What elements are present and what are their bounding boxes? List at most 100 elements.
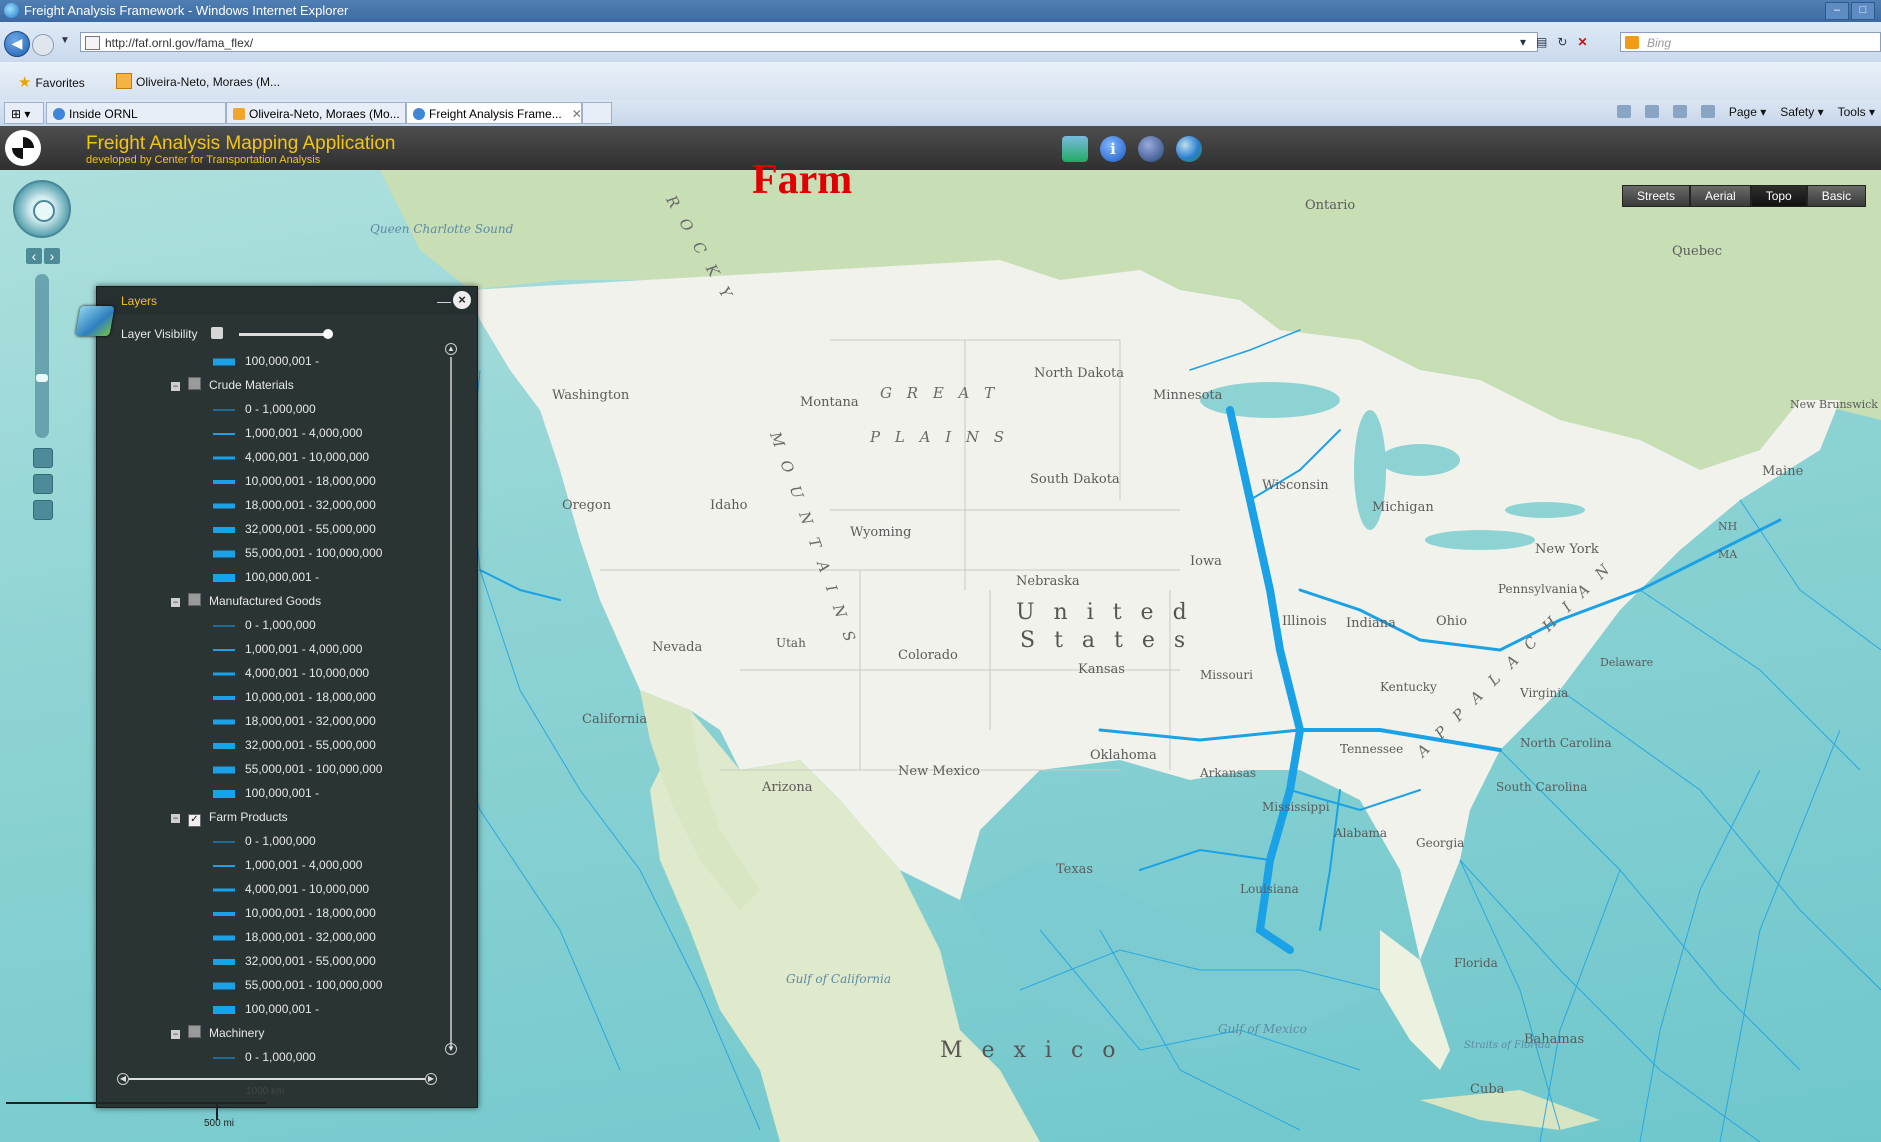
- vscroll-track[interactable]: [450, 357, 452, 1047]
- map-label-minnesota: Minnesota: [1153, 388, 1223, 403]
- map-label-ma: MA: [1718, 548, 1738, 561]
- scroll-up-button[interactable]: ▲: [445, 343, 457, 355]
- map-label-south-dakota: South Dakota: [1030, 472, 1120, 487]
- mail-icon[interactable]: [1672, 105, 1687, 118]
- basemap-basic-button[interactable]: Basic: [1806, 185, 1867, 207]
- favorites-feed-link[interactable]: Oliveira-Neto, Moraes (M...: [116, 73, 280, 89]
- visibility-icon: [211, 327, 223, 339]
- layer-group[interactable]: − Machinery: [171, 1023, 264, 1043]
- minimize-panel-button[interactable]: —: [437, 293, 451, 309]
- favorites-button[interactable]: ★ Favorites: [18, 73, 85, 91]
- back-button[interactable]: ◀: [4, 31, 30, 57]
- layer-group[interactable]: − ✓ Farm Products: [171, 807, 288, 827]
- layers-panel-title: Layers: [121, 294, 158, 308]
- page-icon: [85, 36, 100, 50]
- legend-item: 32,000,001 - 55,000,000: [209, 951, 376, 971]
- tab-inside-ornl[interactable]: Inside ORNL: [46, 102, 226, 124]
- safety-menu[interactable]: Safety ▾: [1780, 105, 1823, 119]
- collapse-icon[interactable]: −: [171, 1030, 180, 1039]
- feeds-icon[interactable]: [1644, 105, 1659, 118]
- map-label-oklahoma: Oklahoma: [1090, 748, 1157, 763]
- layer-tree-hscroll[interactable]: ◀ ▶: [117, 1073, 437, 1085]
- binoculars-icon[interactable]: [1138, 136, 1164, 162]
- basemap-aerial-button[interactable]: Aerial: [1690, 185, 1751, 207]
- scroll-left-button[interactable]: ◀: [117, 1073, 129, 1085]
- forward-button[interactable]: [32, 34, 54, 56]
- map-label-queen-charlotte: Queen Charlotte Sound: [370, 222, 514, 236]
- close-tab-icon[interactable]: ✕: [572, 107, 581, 121]
- tab-freight-analysis[interactable]: Freight Analysis Frame... ✕: [406, 102, 582, 124]
- refresh-icon[interactable]: ↻: [1557, 35, 1567, 49]
- compat-view-icon[interactable]: ▤: [1536, 35, 1547, 49]
- collapse-icon[interactable]: −: [171, 598, 180, 607]
- legend-item: 1,000,001 - 4,000,000: [209, 855, 362, 875]
- layer-group[interactable]: − Manufactured Goods: [171, 591, 321, 611]
- basemap-streets-button[interactable]: Streets: [1622, 185, 1691, 207]
- scroll-right-button[interactable]: ▶: [425, 1073, 437, 1085]
- legend-item: 100,000,001 -: [209, 999, 319, 1019]
- map-label-straits-florida: Straits of Florida: [1464, 1040, 1551, 1051]
- home-icon[interactable]: [1616, 105, 1631, 118]
- scroll-down-button[interactable]: ▼: [445, 1043, 457, 1055]
- layers-tool-icon[interactable]: [1062, 136, 1088, 162]
- zoom-slider[interactable]: [35, 274, 49, 438]
- layers-panel: Layers — × Layer Visibility 100,000,001 …: [96, 286, 478, 1108]
- layer-group[interactable]: − Crude Materials: [171, 375, 294, 395]
- legend-label: 10,000,001 - 18,000,000: [245, 906, 376, 920]
- layer-visibility-slider[interactable]: [239, 329, 333, 339]
- map-tools: [33, 448, 53, 520]
- legend-line-symbol: [209, 621, 235, 631]
- url-input[interactable]: http://faf.ornl.gov/fama_flex/: [80, 32, 1538, 52]
- legend-label: 100,000,001 -: [245, 786, 320, 800]
- legend-label: 32,000,001 - 55,000,000: [245, 522, 376, 536]
- new-tab-button[interactable]: [582, 102, 612, 124]
- history-dropdown-icon[interactable]: ▼: [60, 35, 70, 46]
- map-label-utah: Utah: [776, 636, 806, 650]
- tab-oliveira-neto[interactable]: Oliveira-Neto, Moraes (Mo...: [226, 102, 406, 124]
- legend-label: 4,000,001 - 10,000,000: [245, 666, 370, 680]
- legend-line-symbol: [209, 669, 235, 679]
- map-label-united: U n i t e d: [1016, 600, 1193, 625]
- legend-line-symbol: [209, 909, 235, 919]
- tools-menu[interactable]: Tools ▾: [1838, 105, 1875, 119]
- maximize-window-button[interactable]: □: [1851, 2, 1875, 20]
- hscroll-track[interactable]: [129, 1078, 425, 1080]
- collapse-icon[interactable]: −: [171, 814, 180, 823]
- previous-extent-button[interactable]: ‹: [26, 248, 42, 264]
- minimize-window-button[interactable]: –: [1825, 2, 1849, 20]
- basemap-topo-button[interactable]: Topo: [1750, 185, 1807, 207]
- zoom-in-tool-icon[interactable]: [33, 474, 53, 494]
- visibility-slider-knob[interactable]: [323, 329, 333, 339]
- page-menu[interactable]: Page ▾: [1729, 105, 1766, 119]
- collapse-icon[interactable]: −: [171, 382, 180, 391]
- globe-icon[interactable]: [1176, 136, 1202, 162]
- layer-checkbox[interactable]: ✓: [188, 814, 201, 827]
- layer-tree-vscroll[interactable]: ▲ ▼: [445, 343, 457, 1055]
- quick-tabs-button[interactable]: ⊞ ▾: [4, 102, 44, 124]
- search-input[interactable]: Bing: [1620, 32, 1881, 52]
- layer-group-label: Farm Products: [209, 810, 288, 824]
- map-label-montana: Montana: [800, 395, 859, 410]
- layer-checkbox[interactable]: [188, 593, 201, 606]
- close-panel-button[interactable]: ×: [453, 291, 471, 309]
- stop-icon[interactable]: ✕: [1577, 35, 1587, 49]
- legend-line-symbol: [209, 429, 235, 439]
- basemap-switcher: Streets Aerial Topo Basic: [1622, 185, 1867, 207]
- legend-label: 18,000,001 - 32,000,000: [245, 930, 376, 944]
- layer-checkbox[interactable]: [188, 1025, 201, 1038]
- layer-checkbox[interactable]: [188, 377, 201, 390]
- pan-control[interactable]: [13, 180, 71, 238]
- scale-bar-line: [6, 1102, 266, 1104]
- next-extent-button[interactable]: ›: [44, 248, 60, 264]
- legend-label: 100,000,001 -: [245, 354, 320, 368]
- zoom-slider-knob[interactable]: [36, 374, 48, 382]
- tab-bar: ⊞ ▾ Inside ORNL Oliveira-Neto, Moraes (M…: [0, 100, 1881, 127]
- pan-hand-icon[interactable]: [33, 448, 53, 468]
- info-icon[interactable]: i: [1100, 136, 1126, 162]
- zoom-out-tool-icon[interactable]: [33, 500, 53, 520]
- print-icon[interactable]: [1700, 105, 1715, 118]
- scale-km-label: 1000 km: [246, 1086, 285, 1097]
- url-dropdown-icon[interactable]: ▾: [1520, 35, 1526, 49]
- legend-item: 1,000,001 - 4,000,000: [209, 423, 362, 443]
- map-label-california: California: [582, 712, 648, 727]
